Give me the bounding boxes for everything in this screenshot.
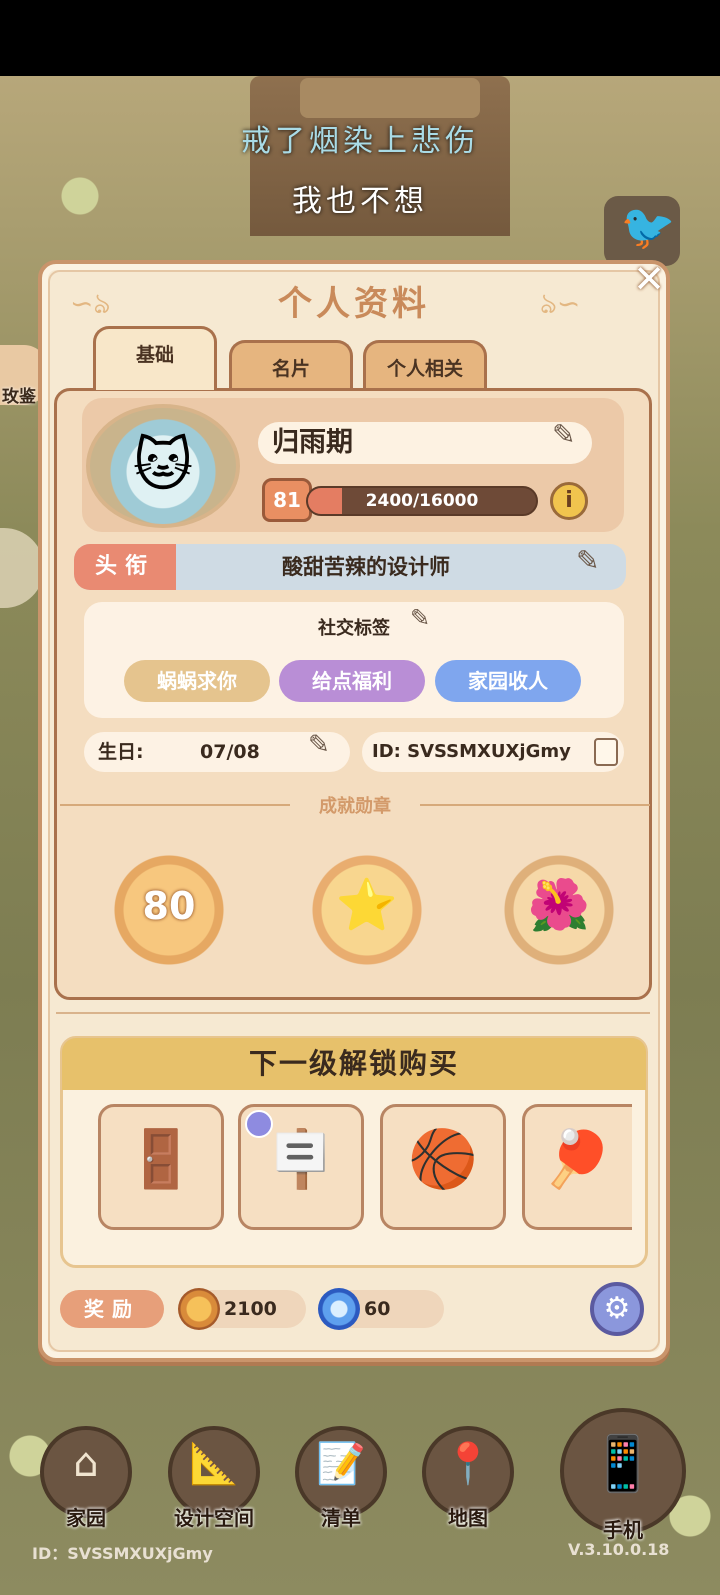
social-tag-3: 家园收人 [435,660,581,702]
coin-icon [178,1288,220,1330]
level-badge: 81 [262,478,312,522]
nav-map-label: 地图 [448,1506,488,1530]
birthday-label: 生日: [98,741,144,763]
reward-label: 奖励 [60,1290,164,1328]
info-icon[interactable]: i [550,482,588,520]
nav-design-label: 设计空间 [174,1506,254,1530]
achievement-badge-1-text: 80 [142,884,196,928]
item-tag-icon [245,1110,273,1138]
social-tag-1: 蜗蜗求你 [124,660,270,702]
edit-tags-pencil-icon[interactable]: ✎ [410,604,430,632]
basketball-icon: 🏀 [408,1127,478,1192]
design-ruler-icon: 📐 [189,1441,239,1487]
user-id-text: ID: SVSSMXUXjGmy [372,741,571,762]
nav-home-label: 家园 [66,1506,106,1530]
social-tags-title: 社交标签 [318,618,390,639]
unlock-title: 下一级解锁购买 [62,1038,646,1090]
avatar-cat-icon: 🐱 [132,431,194,499]
title-label: 头衔 [74,544,176,590]
social-tag-2: 给点福利 [279,660,425,702]
footer-version: V.3.10.0.18 [568,1540,670,1559]
phone-icon: 📱 [589,1432,657,1495]
edit-birthday-pencil-icon[interactable]: ✎ [308,730,330,760]
wardrobe-icon: 🚪 [126,1127,196,1192]
edit-title-pencil-icon[interactable]: ✎ [576,544,599,577]
panel-title: 个人资料 [278,284,430,324]
background-house-roof [300,78,480,118]
nav-phone-label: 手机 [603,1518,643,1542]
footer-id: ID：SVSSMXUXjGmy [32,1544,213,1563]
reward-coins-value: 2100 [224,1298,277,1320]
achievement-title: 成就勋章 [290,792,420,818]
ping-pong-icon: 🏓 [542,1127,612,1192]
xp-text: 2400/16000 [365,491,479,511]
list-icon: 📝 [316,1441,366,1487]
tab-basic[interactable]: 基础 [93,326,217,390]
side-rose-label: 玫鉴 [2,387,36,407]
edit-name-pencil-icon[interactable]: ✎ [552,418,575,451]
section-separator [56,1012,650,1014]
copy-icon[interactable] [594,738,618,766]
player-name: 归雨期 [272,427,353,458]
constellation-star-icon: ⭐ [335,876,399,934]
flower-pot-icon: 🌺 [527,876,591,934]
bird-icon: 🐦 [620,202,676,253]
reward-gems-value: 60 [364,1298,391,1320]
lyric-line-1: 戒了烟染上悲伤 [241,124,479,159]
gear-icon[interactable]: ⚙ [590,1282,644,1336]
birthday-value: 07/08 [200,741,260,763]
map-pin-icon: 📍 [443,1441,493,1487]
nav-list-label: 清单 [321,1506,361,1530]
gem-swirl-icon [318,1288,360,1330]
title-value: 酸甜苦辣的设计师 [282,555,450,579]
home-icon: ⌂ [73,1440,99,1486]
